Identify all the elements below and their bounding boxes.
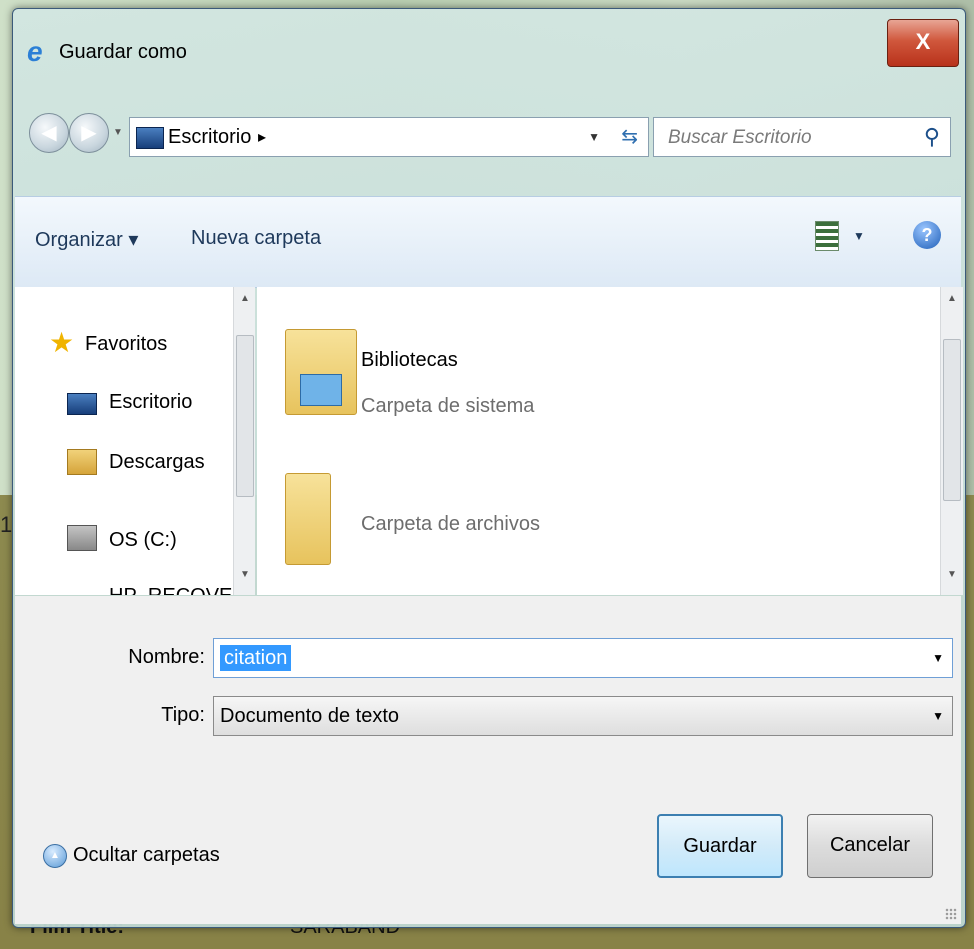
search-input[interactable]: Buscar Escritorio — [668, 127, 812, 149]
file-type-dropdown-icon[interactable]: ▼ — [932, 709, 944, 723]
scrollbar-thumb[interactable] — [943, 339, 961, 501]
file-list-scrollbar[interactable]: ▲ ▼ — [940, 287, 963, 595]
library-folder-icon — [285, 329, 357, 415]
scroll-up-icon[interactable]: ▲ — [947, 293, 957, 304]
desktop-icon — [136, 127, 164, 149]
view-options-icon[interactable] — [815, 221, 839, 251]
forward-button[interactable]: ▶ — [69, 113, 109, 153]
star-icon: ★ — [49, 327, 75, 358]
organize-menu-button[interactable]: Organizar ▾ — [35, 227, 138, 252]
collapse-up-icon[interactable]: ▲ — [43, 844, 67, 868]
new-folder-button[interactable]: Nueva carpeta — [191, 227, 321, 250]
drive-icon — [67, 525, 97, 551]
file-type-select[interactable]: Documento de texto ▼ — [213, 696, 953, 736]
file-item-name[interactable]: Bibliotecas — [361, 349, 458, 372]
file-item-type: Carpeta de sistema — [361, 395, 535, 417]
scroll-up-icon[interactable]: ▲ — [240, 293, 250, 304]
file-item-type: Carpeta de archivos — [361, 513, 540, 535]
help-icon[interactable]: ? — [913, 221, 941, 249]
desktop-icon — [67, 393, 97, 415]
title-bar: e Guardar como X — [13, 9, 965, 104]
background-digit: 1 — [0, 512, 13, 537]
dialog-title: Guardar como — [59, 41, 187, 63]
scroll-down-icon[interactable]: ▼ — [947, 569, 957, 580]
internet-explorer-icon: e — [27, 36, 43, 67]
save-form: Nombre: citation ▼ Tipo: Documento de te… — [15, 596, 961, 924]
folder-icon — [285, 473, 331, 565]
nav-item-descargas[interactable]: Descargas — [109, 451, 205, 474]
breadcrumb-arrow-icon[interactable]: ▸ — [258, 127, 266, 147]
file-type-label: Tipo: — [161, 704, 205, 726]
nav-item-os-c[interactable]: OS (C:) — [109, 529, 177, 552]
address-bar[interactable]: Escritorio ▸ ▼ ⇆ — [129, 117, 649, 157]
close-button[interactable]: X — [887, 19, 959, 67]
back-button[interactable]: ◀ — [29, 113, 69, 153]
file-name-field[interactable]: citation ▼ — [213, 638, 953, 678]
scroll-down-icon[interactable]: ▼ — [240, 569, 250, 580]
refresh-icon[interactable]: ⇆ — [621, 124, 638, 149]
command-toolbar: Organizar ▾ Nueva carpeta ▼ ? — [15, 196, 961, 288]
nav-item-escritorio[interactable]: Escritorio — [109, 391, 192, 414]
search-box[interactable]: Buscar Escritorio ⚲ — [653, 117, 951, 157]
address-dropdown-icon[interactable]: ▼ — [588, 130, 600, 144]
nav-item-favoritos[interactable]: Favoritos — [85, 333, 167, 356]
search-icon[interactable]: ⚲ — [924, 124, 940, 150]
file-list-pane: Bibliotecas Carpeta de sistema Carpeta d… — [257, 287, 963, 595]
library-badge-icon — [300, 374, 342, 406]
address-location[interactable]: Escritorio — [168, 126, 251, 149]
save-as-dialog: e Guardar como X ◀ ▶ ▼ Escritorio ▸ ▼ ⇆ … — [12, 8, 966, 928]
save-button[interactable]: Guardar — [657, 814, 783, 878]
hide-folders-button[interactable]: Ocultar carpetas — [73, 844, 220, 867]
cancel-button[interactable]: Cancelar — [807, 814, 933, 878]
file-type-value[interactable]: Documento de texto — [220, 705, 399, 728]
file-name-value[interactable]: citation — [220, 645, 292, 671]
downloads-icon — [67, 449, 97, 475]
scrollbar-thumb[interactable] — [236, 335, 254, 497]
view-dropdown-icon[interactable]: ▼ — [853, 229, 865, 243]
navigation-scrollbar[interactable]: ▲ ▼ — [233, 287, 255, 595]
file-name-label: Nombre: — [128, 646, 205, 668]
file-name-dropdown-icon[interactable]: ▼ — [932, 651, 944, 665]
recent-pages-dropdown-icon[interactable]: ▼ — [113, 127, 123, 138]
navigation-pane: ★ Favoritos Escritorio Descargas OS (C:)… — [15, 287, 255, 595]
resize-grip[interactable] — [945, 908, 957, 920]
